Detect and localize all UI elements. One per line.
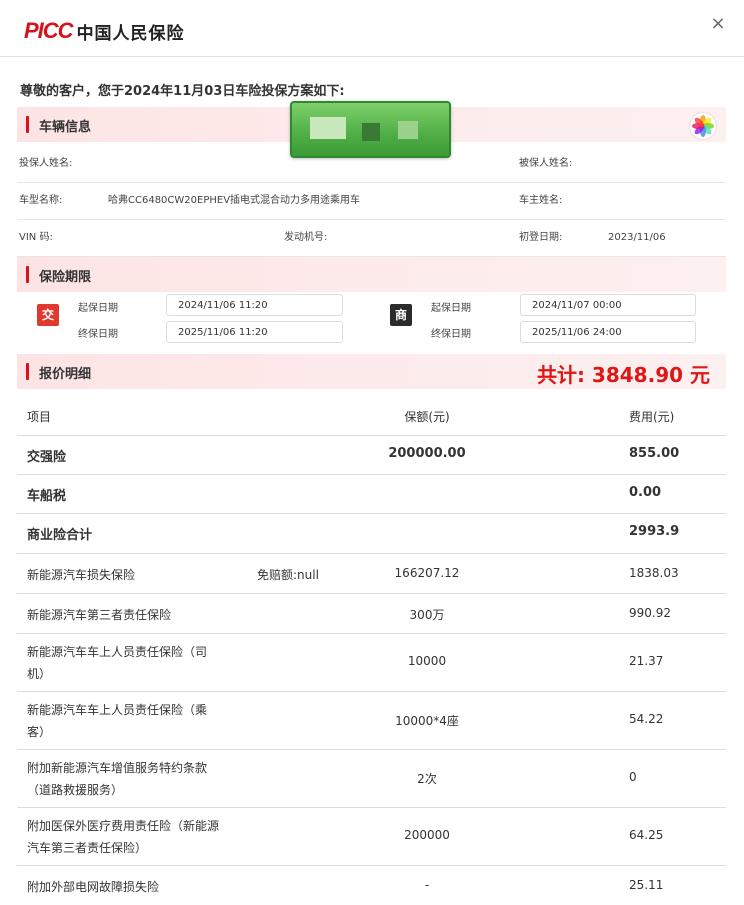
row-fee: 64.25 [629,828,664,842]
model-value: 哈弗CC6480CW20EPHEV插电式混合动力多用途乘用车 [108,195,361,206]
table-row: 新能源汽车车上人员责任保险（司 机） 10000 21.37 [17,633,726,692]
table-row: 新能源汽车损失保险 免赔额:null 166207.12 1838.03 [17,553,726,594]
row-fee: 21.37 [629,654,664,668]
commercial-start-field[interactable]: 2024/11/07 00:00 [520,294,696,316]
insured-label: 被保人姓名: [519,158,573,169]
row-item: 新能源汽车第三者责任保险 [27,608,172,622]
table-row: 商业险合计 2993.9 [17,513,726,554]
row-item: 交强险 [27,450,67,465]
policyholder-row: 投保人姓名: 被保人姓名: [17,146,726,183]
compulsory-end-field[interactable]: 2025/11/06 11:20 [166,321,343,343]
compulsory-end-label: 终保日期 [78,329,118,340]
vin-label: VIN 码: [19,232,53,243]
row-item: 商业险合计 [27,528,93,543]
model-label: 车型名称: [19,195,63,206]
table-row: 附加外部电网故障损失险 - 25.11 [27,878,664,894]
row-fee: 855.00 [629,446,680,461]
compulsory-start-field[interactable]: 2024/11/06 11:20 [166,294,343,316]
row-fee: 54.22 [629,712,664,726]
commercial-end-field[interactable]: 2025/11/06 24:00 [520,321,696,343]
table-row: 车船税 0.00 [17,474,726,514]
col-header-fee: 费用(元) [629,410,675,424]
section-marker [26,266,29,283]
period-section-header: 保险期限 [17,257,726,292]
section-marker [26,116,29,133]
table-row: 附加新能源汽车增值服务特约条款 （道路救援服务） 2次 0 [17,749,726,808]
row-fee: 0 [629,770,637,784]
policyholder-label: 投保人姓名: [19,158,73,169]
row-item: 车船税 [27,489,67,504]
model-row: 车型名称: 哈弗CC6480CW20EPHEV插电式混合动力多用途乘用车 车主姓… [17,183,726,220]
row-item-line1: 新能源汽车车上人员责任保险（司 [27,645,208,659]
compulsory-badge: 交 [37,304,59,326]
table-row: 新能源汽车车上人员责任保险（乘 客） 10000*4座 54.22 [17,691,726,750]
commercial-badge: 商 [390,304,412,326]
section-marker [26,363,29,380]
greeting-text: 尊敬的客户，您于2024年11月03日车险投保方案如下: [20,84,345,99]
row-fee: 25.11 [629,878,664,892]
first-reg-value: 2023/11/06 [608,232,666,243]
row-item-line2: 机） [27,667,52,681]
dialog-header: PICC 中国人民保险 × [0,0,744,57]
row-item-line1: 附加医保外医疗费用责任险（新能源 [27,819,220,833]
row-item: 新能源汽车损失保险 [27,568,136,582]
engine-label: 发动机号: [284,232,328,243]
commercial-start-label: 起保日期 [431,303,471,314]
compulsory-start-label: 起保日期 [78,303,118,314]
period-section-title: 保险期限 [39,270,92,285]
row-fee: 2993.9 [629,524,680,539]
logo-latin: PICC [24,18,74,43]
close-icon[interactable]: × [708,14,728,34]
total-amount: 共计: 3848.90 元 [536,363,710,387]
quote-section-title: 报价明细 [39,367,92,382]
table-row: 新能源汽车第三者责任保险 300万 990.92 [17,593,726,634]
row-item-line2: 客） [27,725,52,739]
row-fee: 1838.03 [629,566,679,580]
row-item: 附加外部电网故障损失险 [27,880,160,894]
row-note: 免赔额:null [257,568,319,582]
table-header-row: 项目 保额(元) 费用(元) [17,396,726,436]
row-item-line1: 附加新能源汽车增值服务特约条款 [27,761,208,775]
owner-label: 车主姓名: [519,195,563,206]
col-header-item: 项目 [27,410,52,424]
row-fee: 0.00 [629,485,662,500]
first-reg-label: 初登日期: [519,232,563,243]
row-fee: 990.92 [629,606,671,620]
row-item-line2: （道路救援服务） [27,783,124,797]
table-row: 附加医保外医疗费用责任险（新能源 汽车第三者责任保险） 200000 64.25 [17,807,726,866]
vin-row: VIN 码: 发动机号: 初登日期: 2023/11/06 [17,220,726,257]
row-item-line2: 汽车第三者责任保险） [27,841,148,855]
row-item-line1: 新能源汽车车上人员责任保险（乘 [27,703,208,717]
vehicle-section-title: 车辆信息 [39,120,92,135]
commercial-end-label: 终保日期 [431,329,471,340]
picc-logo: PICC 中国人民保险 [24,18,185,44]
photos-icon[interactable] [690,113,716,139]
logo-chinese: 中国人民保险 [76,23,185,44]
table-row: 交强险 200000.00 855.00 [17,435,726,475]
